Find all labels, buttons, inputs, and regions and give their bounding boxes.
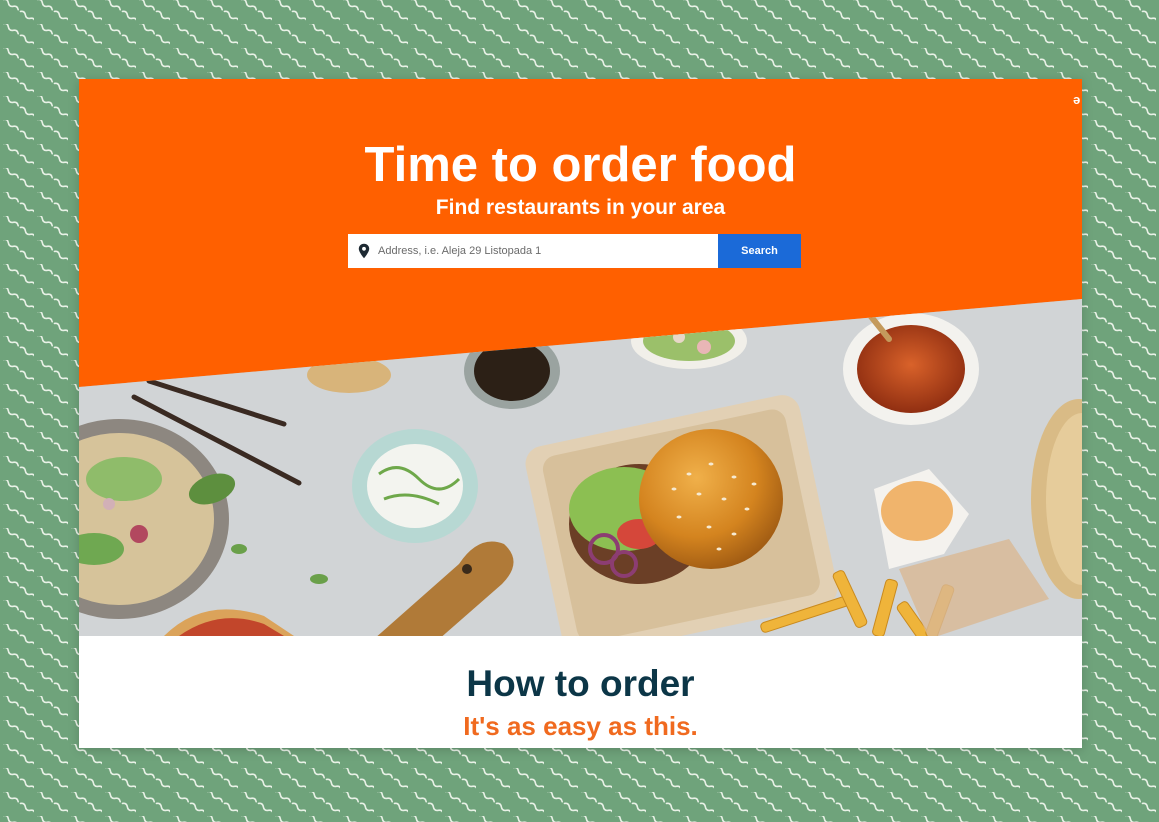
how-to-order-subtitle: It's as easy as this. [463,711,698,741]
hero-title: Time to order food [364,138,797,192]
location-pin-icon [358,243,370,259]
address-search-bar: Search [348,234,801,268]
address-field[interactable] [348,234,718,268]
how-to-order-section: How to order It's as easy as this. [79,636,1082,748]
hero-subtitle: Find restaurants in your area [435,196,726,219]
how-to-order-title: How to order [466,663,695,704]
search-button[interactable]: Search [718,234,801,268]
hero-banner: ǝ Time to order food Find restaurants in… [79,79,1082,636]
address-input[interactable] [378,245,698,257]
browser-page: ǝ Time to order food Find restaurants in… [79,79,1082,748]
corner-icon: ǝ [1073,92,1081,107]
